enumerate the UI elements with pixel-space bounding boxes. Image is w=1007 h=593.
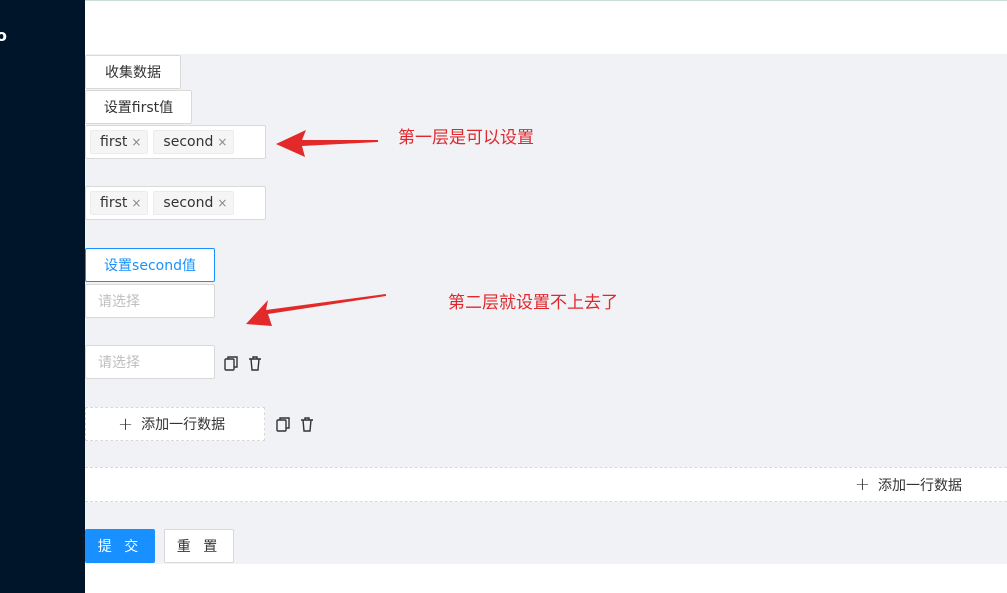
close-icon[interactable]: ×	[131, 196, 141, 210]
tag-second: second ×	[153, 191, 235, 215]
copy-icon[interactable]	[275, 416, 291, 432]
tag-second: second ×	[153, 130, 235, 154]
add-row-outer-button[interactable]: + 添加一行数据	[85, 467, 1007, 502]
select-placeholder: 请选择	[98, 294, 140, 310]
tag-label: second	[163, 195, 214, 211]
select-second-level-copy[interactable]: 请选择	[85, 345, 215, 379]
close-icon[interactable]: ×	[131, 135, 141, 149]
set-first-value-button[interactable]: 设置first值	[85, 90, 192, 124]
reset-button[interactable]: 重 置	[164, 529, 234, 563]
submit-button[interactable]: 提 交	[85, 529, 155, 563]
plus-icon: +	[118, 413, 134, 435]
delete-icon[interactable]	[247, 355, 263, 371]
tag-label: second	[163, 134, 214, 150]
annotation-second-layer: 第二层就设置不上去了	[448, 293, 618, 313]
arrow-left-icon	[276, 130, 378, 157]
add-row-label: 添加一行数据	[141, 417, 226, 433]
tag-first: first ×	[90, 191, 149, 215]
add-row-inner-button[interactable]: + 添加一行数据	[85, 407, 265, 441]
multi-select-first-level-copy[interactable]: first × second ×	[85, 186, 266, 220]
arrow-left-icon	[246, 294, 386, 326]
close-icon[interactable]: ×	[217, 135, 227, 149]
tag-label: first	[100, 195, 128, 211]
collect-data-button[interactable]: 收集数据	[85, 55, 181, 89]
sidebar: o	[0, 0, 85, 593]
add-row-label: 添加一行数据	[878, 477, 962, 494]
delete-icon[interactable]	[299, 416, 315, 432]
set-second-value-button[interactable]: 设置second值	[85, 248, 215, 282]
select-second-level[interactable]: 请选择	[85, 284, 215, 318]
sidebar-logo-fragment: o	[0, 26, 7, 45]
copy-icon[interactable]	[223, 355, 239, 371]
multi-select-first-level[interactable]: first × second ×	[85, 125, 266, 159]
annotation-first-layer: 第一层是可以设置	[398, 128, 534, 148]
tag-label: first	[100, 134, 128, 150]
close-icon[interactable]: ×	[217, 196, 227, 210]
select-placeholder: 请选择	[98, 355, 140, 371]
tag-first: first ×	[90, 130, 149, 154]
plus-icon: +	[854, 474, 870, 495]
header-bar	[85, 0, 1007, 54]
